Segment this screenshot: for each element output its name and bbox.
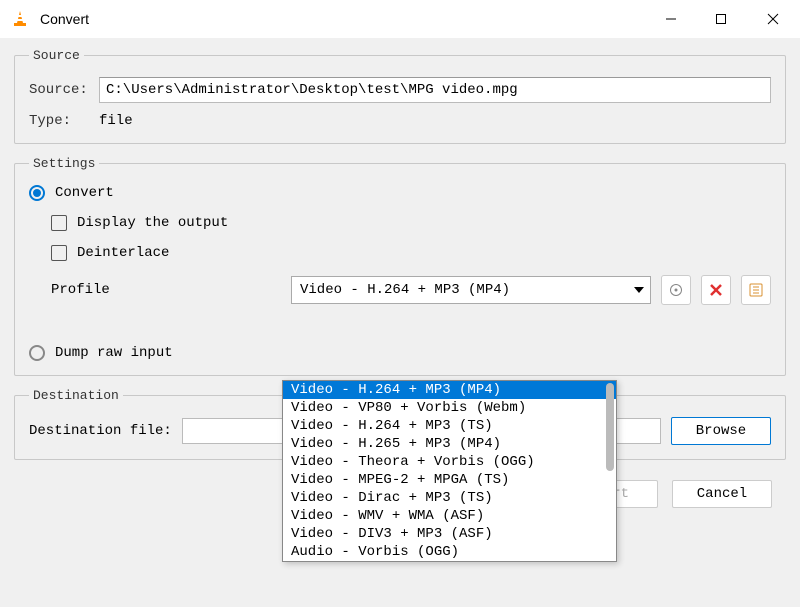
delete-profile-button[interactable] <box>701 275 731 305</box>
chevron-down-icon <box>634 287 644 293</box>
close-button[interactable] <box>746 0 800 38</box>
destination-legend: Destination <box>29 388 123 403</box>
type-label: Type: <box>29 113 99 129</box>
titlebar: Convert <box>0 0 800 38</box>
profile-option[interactable]: Video - WMV + WMA (ASF) <box>283 507 616 525</box>
dump-raw-radio[interactable] <box>29 345 45 361</box>
profile-selected-text: Video - H.264 + MP3 (MP4) <box>300 282 510 298</box>
minimize-button[interactable] <box>646 0 696 38</box>
convert-radio[interactable] <box>29 185 45 201</box>
window-title: Convert <box>40 11 646 27</box>
profile-option[interactable]: Video - H.264 + MP3 (TS) <box>283 417 616 435</box>
source-path-input[interactable] <box>99 77 771 103</box>
settings-group: Settings Convert Display the output Dein… <box>14 156 786 376</box>
deinterlace-label: Deinterlace <box>77 245 169 261</box>
profile-option[interactable]: Video - H.265 + MP3 (MP4) <box>283 435 616 453</box>
profile-option[interactable]: Video - Theora + Vorbis (OGG) <box>283 453 616 471</box>
profile-option[interactable]: Video - VP80 + Vorbis (Webm) <box>283 399 616 417</box>
settings-legend: Settings <box>29 156 99 171</box>
dest-file-label: Destination file: <box>29 423 172 439</box>
vlc-app-icon <box>10 9 30 29</box>
profile-option[interactable]: Video - H.264 + MP3 (MP4) <box>283 381 616 399</box>
convert-radio-label: Convert <box>55 185 114 201</box>
source-group: Source Source: Type: file <box>14 48 786 144</box>
source-label: Source: <box>29 82 99 98</box>
profile-label: Profile <box>51 282 281 298</box>
dump-raw-label: Dump raw input <box>55 345 173 361</box>
profile-dropdown-list: Video - H.264 + MP3 (MP4)Video - VP80 + … <box>282 380 617 562</box>
dropdown-scrollbar-thumb[interactable] <box>606 383 614 471</box>
edit-profile-button[interactable] <box>661 275 691 305</box>
deinterlace-checkbox[interactable] <box>51 245 67 261</box>
maximize-button[interactable] <box>696 0 746 38</box>
profile-option[interactable]: Video - MPEG-2 + MPGA (TS) <box>283 471 616 489</box>
profile-option[interactable]: Video - Dirac + MP3 (TS) <box>283 489 616 507</box>
display-output-label: Display the output <box>77 215 228 231</box>
browse-button[interactable]: Browse <box>671 417 771 445</box>
display-output-checkbox[interactable] <box>51 215 67 231</box>
cancel-button[interactable]: Cancel <box>672 480 772 508</box>
source-legend: Source <box>29 48 84 63</box>
profile-select[interactable]: Video - H.264 + MP3 (MP4) <box>291 276 651 304</box>
new-profile-button[interactable] <box>741 275 771 305</box>
profile-option[interactable]: Audio - Vorbis (OGG) <box>283 543 616 561</box>
profile-option[interactable]: Video - DIV3 + MP3 (ASF) <box>283 525 616 543</box>
type-value: file <box>99 113 133 129</box>
